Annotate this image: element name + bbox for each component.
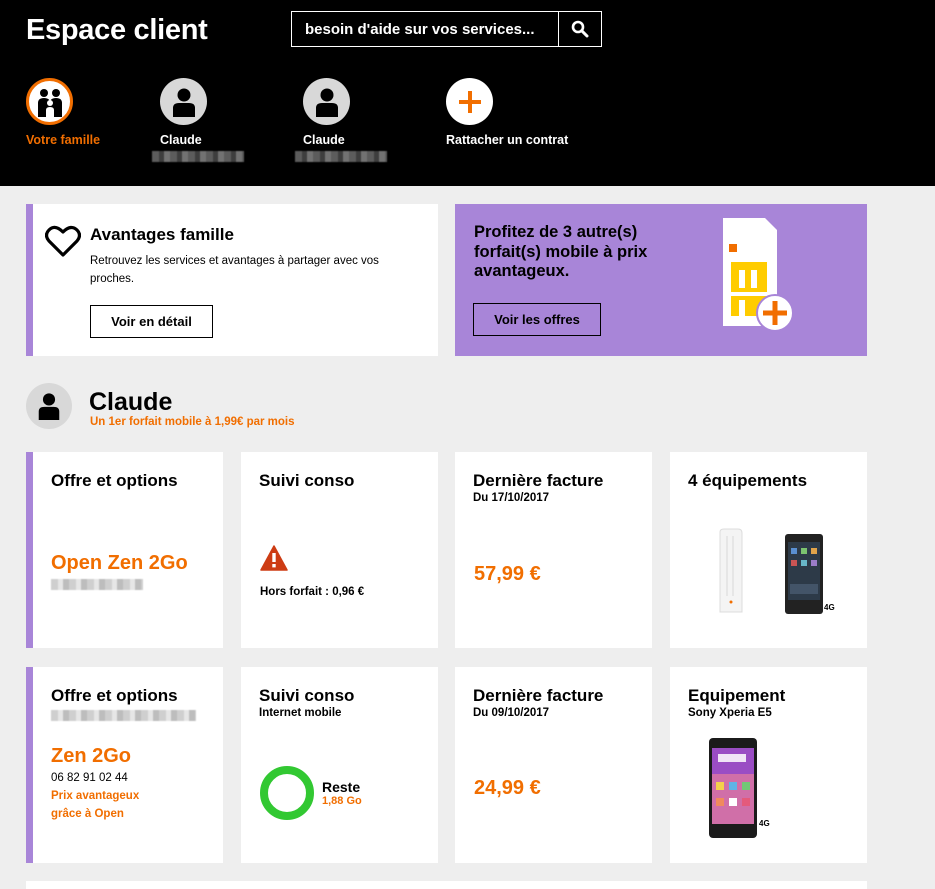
avatar	[26, 78, 73, 125]
equipment-card-2[interactable]: Equipement Sony Xperia E5 4G	[670, 667, 867, 863]
profile-family[interactable]: Votre famille	[26, 78, 146, 147]
add-contract-button[interactable]: Rattacher un contrat	[446, 78, 596, 147]
user-avatar	[26, 383, 72, 429]
bill-date: Du 09/10/2017	[473, 707, 550, 719]
profile-claude-1[interactable]: Claude	[152, 78, 280, 162]
family-icon	[37, 88, 62, 117]
family-advantages-card: Avantages famille Retrouvez les services…	[26, 204, 438, 356]
card-title: Suivi conso	[259, 686, 355, 705]
smartphone-image	[785, 534, 823, 614]
device-model: Sony Xperia E5	[688, 707, 772, 719]
sim-card-icon	[723, 218, 794, 332]
redacted-text	[51, 710, 196, 721]
card-title: Equipement	[688, 686, 786, 705]
card-title: Avantages famille	[90, 225, 234, 244]
user-icon	[315, 88, 338, 117]
offer-options-card-2[interactable]: Offre et options Zen 2Go 06 82 91 02 44 …	[26, 667, 223, 863]
plan-name: Zen 2Go	[51, 745, 132, 767]
page-title: Espace client	[26, 14, 208, 46]
search-button[interactable]	[558, 12, 601, 46]
phone-number: 06 82 91 02 44	[51, 772, 128, 784]
profile-claude-2[interactable]: Claude	[295, 78, 423, 162]
network-badge: 4G	[759, 819, 770, 828]
consumption-card[interactable]: Suivi conso Hors forfait : 0,96 €	[241, 452, 438, 648]
remaining-value: 1,88 Go	[322, 795, 362, 807]
details-button[interactable]: Voir en détail	[90, 305, 213, 338]
user-icon	[172, 88, 195, 117]
consumption-card-2[interactable]: Suivi conso Internet mobile Reste 1,88 G…	[241, 667, 438, 863]
out-of-plan-text: Hors forfait : 0,96 €	[260, 586, 365, 598]
profile-label: Rattacher un contrat	[446, 133, 569, 147]
promo-text: Profitez de 3 autre(s) forfait(s) mobile…	[474, 223, 648, 280]
router-image	[719, 528, 743, 613]
search-input[interactable]	[292, 12, 558, 46]
next-card-edge	[26, 881, 867, 889]
remaining-label: Reste	[322, 779, 361, 795]
bill-amount: 57,99 €	[474, 563, 541, 585]
redacted-number	[152, 151, 244, 162]
avatar	[160, 78, 207, 125]
warning-icon	[260, 545, 288, 571]
smartphone-image	[709, 738, 757, 838]
plus-icon	[458, 90, 481, 113]
card-description: Retrouvez les services et avantages à pa…	[90, 255, 379, 285]
last-bill-card-2[interactable]: Dernière facture Du 09/10/2017 24,99 €	[455, 667, 652, 863]
data-remaining-gauge	[260, 766, 314, 820]
promo-card: Profitez de 3 autre(s) forfait(s) mobile…	[455, 204, 867, 356]
promo-note: grâce à Open	[51, 808, 124, 820]
heart-icon	[45, 225, 81, 257]
promo-note: Prix avantageux	[51, 790, 140, 802]
user-name: Claude	[89, 388, 173, 416]
offers-button[interactable]: Voir les offres	[473, 303, 601, 336]
avatar	[446, 78, 493, 125]
plan-name: Open Zen 2Go	[51, 552, 188, 574]
search-bar	[291, 11, 602, 47]
bill-date: Du 17/10/2017	[473, 492, 550, 504]
user-promo-text[interactable]: Un 1er forfait mobile à 1,99€ par mois	[90, 416, 295, 428]
card-title: Suivi conso	[259, 471, 355, 490]
user-icon	[38, 393, 60, 420]
header: Espace client Votre famille	[0, 0, 935, 186]
offer-options-card[interactable]: Offre et options Open Zen 2Go	[26, 452, 223, 648]
equipment-card[interactable]: 4 équipements 4G	[670, 452, 867, 648]
redacted-number	[51, 579, 143, 590]
card-title: 4 équipements	[688, 471, 808, 490]
profile-label: Claude	[160, 133, 202, 147]
network-badge: 4G	[824, 603, 835, 612]
card-title: Offre et options	[51, 471, 178, 490]
profile-label: Claude	[303, 133, 345, 147]
card-subtitle: Internet mobile	[259, 707, 342, 719]
search-icon	[571, 20, 589, 38]
card-title: Dernière facture	[473, 471, 604, 490]
last-bill-card[interactable]: Dernière facture Du 17/10/2017 57,99 €	[455, 452, 652, 648]
card-title: Offre et options	[51, 686, 178, 705]
profile-label: Votre famille	[26, 133, 101, 147]
bill-amount: 24,99 €	[474, 777, 541, 799]
redacted-number	[295, 151, 387, 162]
card-title: Dernière facture	[473, 686, 604, 705]
avatar	[303, 78, 350, 125]
